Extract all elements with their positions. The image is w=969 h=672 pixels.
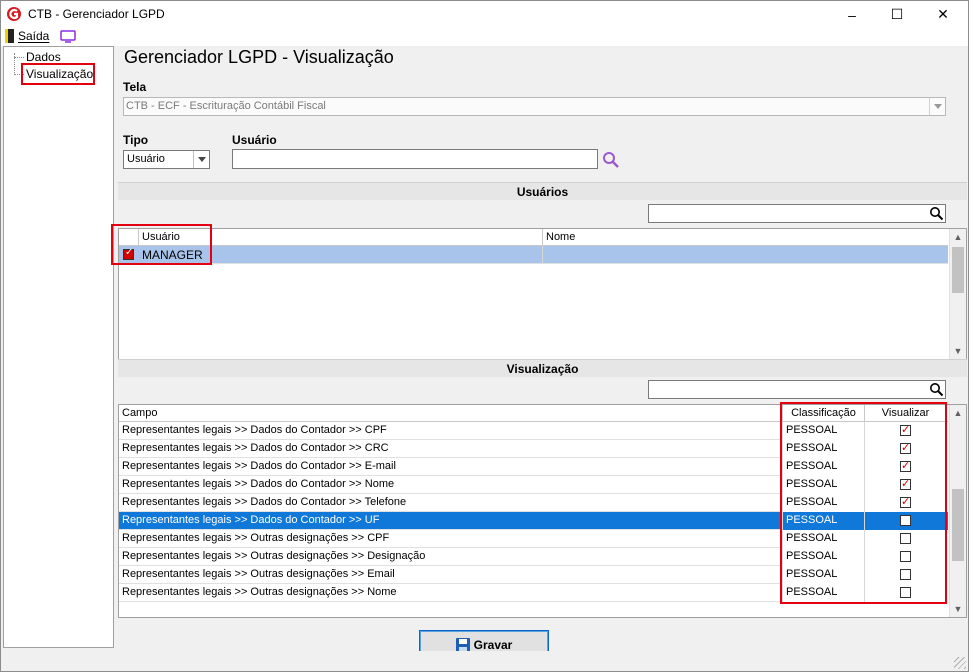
exit-menu-item[interactable]: Saída xyxy=(5,29,49,43)
usuario-input[interactable] xyxy=(232,149,598,169)
cell-campo: Representantes legais >> Outras designaç… xyxy=(119,548,783,566)
window-title: CTB - Gerenciador LGPD xyxy=(28,7,165,21)
minimize-button[interactable]: – xyxy=(830,1,874,28)
highlight-box xyxy=(111,224,212,265)
cell-campo: Representantes legais >> Dados do Contad… xyxy=(119,476,783,494)
search-icon[interactable] xyxy=(602,151,620,169)
visualizacao-section-title: Visualização xyxy=(506,361,579,376)
app-logo-icon xyxy=(7,7,21,21)
tela-value: CTB - ECF - Escrituração Contábil Fiscal xyxy=(126,100,326,112)
title-bar: CTB - Gerenciador LGPD – ☐ ✕ xyxy=(1,1,968,28)
cell-campo: Representantes legais >> Outras designaç… xyxy=(119,584,783,602)
app-window: CTB - Gerenciador LGPD – ☐ ✕ Saída Dados… xyxy=(0,0,969,672)
save-button-label: Gravar xyxy=(473,638,513,652)
usuarios-grid-header: Usuário Nome xyxy=(119,229,948,246)
scroll-down-icon[interactable]: ▼ xyxy=(950,601,966,617)
visualizacao-search-input[interactable] xyxy=(648,380,946,399)
visualizacao-scrollbar[interactable]: ▲ ▼ xyxy=(949,405,966,617)
minimize-icon: – xyxy=(848,6,856,23)
tela-combobox: CTB - ECF - Escrituração Contábil Fiscal xyxy=(123,97,946,116)
usuarios-search-input[interactable] xyxy=(648,204,946,223)
chevron-down-icon xyxy=(929,98,945,115)
column-header-campo[interactable]: Campo xyxy=(119,405,783,422)
close-button[interactable]: ✕ xyxy=(921,1,965,28)
tree-connector xyxy=(14,57,24,58)
monitor-icon[interactable] xyxy=(60,30,76,43)
cell-campo: Representantes legais >> Outras designaç… xyxy=(119,530,783,548)
column-header-nome[interactable]: Nome xyxy=(543,229,948,246)
search-icon[interactable] xyxy=(929,206,944,221)
status-bar xyxy=(1,651,968,671)
cell-campo: Representantes legais >> Dados do Contad… xyxy=(119,422,783,440)
visualizacao-section-header: Visualização xyxy=(118,359,967,377)
highlight-box xyxy=(21,63,95,85)
scroll-down-icon[interactable]: ▼ xyxy=(950,343,966,359)
cell-campo: Representantes legais >> Dados do Contad… xyxy=(119,458,783,476)
close-icon: ✕ xyxy=(937,6,949,22)
scroll-up-icon[interactable]: ▲ xyxy=(950,405,966,421)
cell-nome xyxy=(543,246,948,264)
usuarios-section-header: Usuários xyxy=(118,182,967,200)
search-icon[interactable] xyxy=(929,382,944,397)
tela-label: Tela xyxy=(123,80,147,94)
usuarios-scrollbar[interactable]: ▲ ▼ xyxy=(949,229,966,359)
scrollbar-thumb[interactable] xyxy=(952,247,964,293)
exit-menu-label: Saída xyxy=(18,29,50,43)
page-title: Gerenciador LGPD - Visualização xyxy=(124,47,394,67)
scroll-up-icon[interactable]: ▲ xyxy=(950,229,966,245)
cell-campo: Representantes legais >> Outras designaç… xyxy=(119,566,783,584)
tipo-select[interactable]: Usuário xyxy=(123,150,210,169)
cell-campo: Representantes legais >> Dados do Contad… xyxy=(119,512,783,530)
maximize-icon: ☐ xyxy=(890,6,904,22)
menu-bar: Saída xyxy=(1,28,968,46)
maximize-button[interactable]: ☐ xyxy=(875,1,919,28)
scrollbar-thumb[interactable] xyxy=(952,489,964,561)
cell-campo: Representantes legais >> Dados do Contad… xyxy=(119,494,783,512)
tipo-value: Usuário xyxy=(127,153,165,165)
navigation-tree: Dados Visualização xyxy=(3,46,114,648)
table-row[interactable]: MANAGER xyxy=(119,246,948,264)
resize-grip-icon[interactable] xyxy=(954,657,966,669)
tipo-label: Tipo xyxy=(123,133,149,147)
cell-campo: Representantes legais >> Dados do Contad… xyxy=(119,440,783,458)
tree-item-dados[interactable]: Dados xyxy=(26,50,61,64)
usuarios-grid: Usuário Nome MANAGER ▲ ▼ xyxy=(118,228,967,360)
usuario-label: Usuário xyxy=(232,133,277,147)
chevron-down-icon xyxy=(193,151,209,168)
highlight-box xyxy=(780,402,947,604)
usuario-input-value xyxy=(233,150,597,156)
floppy-disk-icon xyxy=(455,638,470,652)
door-exit-icon xyxy=(5,29,14,43)
usuarios-section-title: Usuários xyxy=(516,184,569,199)
